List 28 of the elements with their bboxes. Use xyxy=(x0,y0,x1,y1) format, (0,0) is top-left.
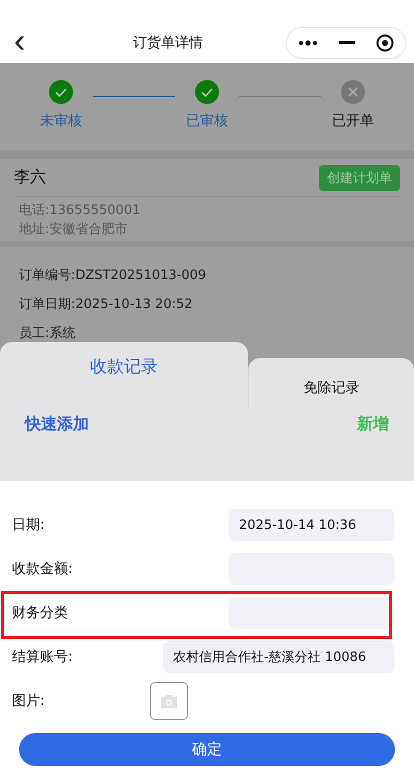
phone-text: 电话:13655550001 xyxy=(18,202,142,220)
field-label: 图片: xyxy=(12,692,45,710)
order-info-text: 订单日期:2025-10-13 20:52 xyxy=(19,296,194,313)
order-info-text: 员工:系统 xyxy=(19,325,76,342)
quick-add-link[interactable]: 快速添加 xyxy=(25,414,89,481)
close-target-icon[interactable] xyxy=(376,34,394,52)
field-label: 收款金额: xyxy=(12,560,73,578)
step-label: 已开单 xyxy=(332,112,374,130)
photo-upload-button[interactable] xyxy=(150,682,188,720)
more-icon[interactable] xyxy=(298,40,318,46)
tab[interactable]: 免除记录 xyxy=(248,358,414,408)
order-info-text: 订单编号:DZST20251013-009 xyxy=(19,267,208,284)
input-field[interactable]: 农村信用合作社-慈溪分社 10086 xyxy=(163,641,394,673)
customer-name: 李六 xyxy=(14,167,46,188)
field-label: 结算账号: xyxy=(12,648,73,666)
minimize-icon[interactable] xyxy=(338,40,355,44)
back-button[interactable]: ‹ xyxy=(0,24,60,62)
input-field[interactable] xyxy=(229,597,394,629)
address-text: 地址:安徽省合肥市 xyxy=(18,221,128,239)
tab[interactable]: 收款记录 xyxy=(0,342,248,408)
camera-icon xyxy=(161,694,177,708)
step-label: 已审核 xyxy=(186,112,228,130)
field-label: 财务分类 xyxy=(12,604,68,622)
step-label: 未审核 xyxy=(40,112,82,130)
input-field[interactable]: 2025-10-14 10:36 xyxy=(229,509,394,541)
field-label: 日期: xyxy=(12,516,45,534)
confirm-button[interactable]: 确定 xyxy=(19,733,395,766)
page-title: 订货单详情 xyxy=(132,34,204,52)
